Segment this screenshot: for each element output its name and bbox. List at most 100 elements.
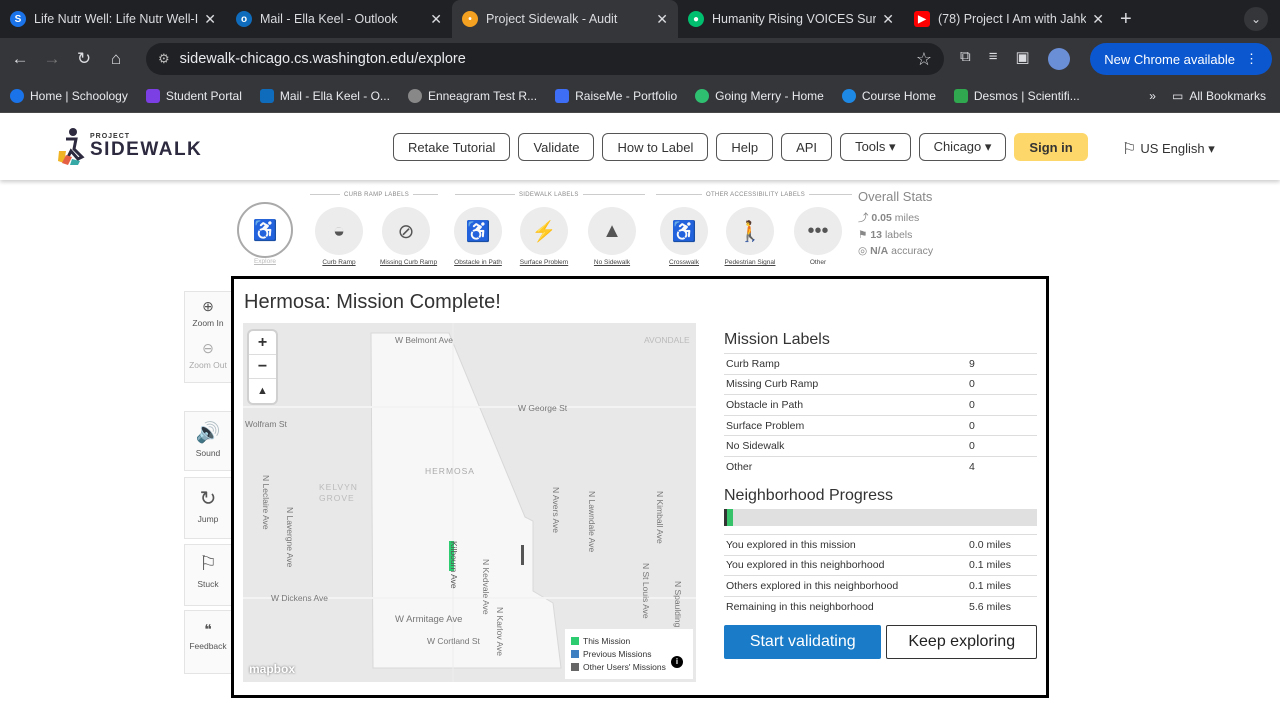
- mapbox-logo[interactable]: mapbox: [249, 662, 295, 676]
- new-tab-icon[interactable]: +: [1120, 8, 1132, 31]
- all-bookmarks[interactable]: ▭ All Bookmarks: [1172, 89, 1266, 103]
- tool-label: Crosswalk: [669, 259, 699, 266]
- tab-title: (78) Project I Am with Jahkil J: [938, 12, 1087, 26]
- no-sidewalk-icon: ▲: [588, 207, 636, 255]
- label-count: 0: [967, 394, 1037, 416]
- how-to-label-button[interactable]: How to Label: [602, 133, 709, 161]
- bookmark-item[interactable]: Student Portal: [145, 89, 242, 103]
- legend-item: Previous Missions: [571, 649, 687, 659]
- street-label: N Kimball Ave: [655, 491, 665, 544]
- bookmark-favicon-icon: [555, 89, 570, 103]
- compass-icon[interactable]: ▲: [249, 379, 276, 403]
- tool-label: No Sidewalk: [593, 259, 631, 266]
- explore-tool[interactable]: ♿ Explore: [236, 202, 294, 265]
- tab-voices-survey[interactable]: ● Humanity Rising VOICES Surv ✕: [678, 0, 904, 38]
- bookmark-item[interactable]: RaiseMe - Portfolio: [555, 89, 677, 103]
- obstacle-tool[interactable]: ♿ Obstacle in Path: [452, 207, 504, 266]
- home-icon[interactable]: ⌂: [100, 49, 132, 69]
- bookmark-item[interactable]: Enneagram Test R...: [407, 89, 537, 103]
- feedback-button[interactable]: ❝ Feedback: [184, 610, 232, 674]
- side-panel-icon[interactable]: ▣: [1015, 48, 1029, 70]
- map-zoom-out-icon[interactable]: −: [249, 355, 276, 379]
- site-info-icon[interactable]: ⚙: [158, 51, 170, 67]
- tools-dropdown[interactable]: Tools ▾: [840, 133, 911, 161]
- street-label: N Karlov Ave: [495, 607, 505, 656]
- new-chrome-button[interactable]: New Chrome available ⋮: [1090, 43, 1272, 75]
- crosswalk-tool[interactable]: ♿ Crosswalk: [658, 207, 710, 266]
- label-name: Missing Curb Ramp: [724, 373, 967, 395]
- street-label: N Avers Ave: [551, 487, 561, 533]
- tab-youtube[interactable]: ▶ (78) Project I Am with Jahkil J ✕: [904, 0, 1114, 38]
- api-button[interactable]: API: [781, 133, 833, 161]
- bookmark-item[interactable]: Course Home: [841, 89, 936, 103]
- close-icon[interactable]: ✕: [1092, 11, 1104, 28]
- close-icon[interactable]: ✕: [430, 11, 442, 28]
- tab-outlook[interactable]: o Mail - Ella Keel - Outlook ✕: [226, 0, 452, 38]
- back-icon[interactable]: ←: [4, 49, 36, 69]
- close-icon[interactable]: ✕: [204, 11, 216, 28]
- media-icon[interactable]: ≡: [989, 48, 998, 70]
- reload-icon[interactable]: ↻: [68, 49, 100, 69]
- progress-name: You explored in this neighborhood: [724, 554, 967, 576]
- sound-button[interactable]: 🔊 Sound: [184, 411, 232, 471]
- bookmark-item[interactable]: Desmos | Scientifi...: [953, 89, 1080, 103]
- modal-title: Hermosa: Mission Complete!: [244, 291, 501, 313]
- distance-icon: ⤴: [858, 212, 869, 224]
- forward-icon[interactable]: →: [36, 49, 68, 69]
- info-icon[interactable]: i: [671, 656, 683, 668]
- close-icon[interactable]: ✕: [656, 11, 668, 28]
- help-button[interactable]: Help: [716, 133, 774, 161]
- zoom-in-button[interactable]: ⊕ Zoom In: [185, 298, 231, 340]
- surface-problem-tool[interactable]: ⚡ Surface Problem: [518, 207, 570, 266]
- city-dropdown[interactable]: Chicago ▾: [918, 133, 1007, 161]
- mission-map[interactable]: + − ▲ W Belmont Ave W George St Wolfram …: [243, 323, 696, 682]
- toolbar-icons: ⧉ ≡ ▣: [960, 48, 1070, 70]
- label-count: 9: [967, 353, 1037, 375]
- speaker-icon: 🔊: [195, 422, 221, 444]
- stuck-button[interactable]: ⚐ Stuck: [184, 544, 232, 606]
- mission-labels-title: Mission Labels: [724, 331, 830, 348]
- legend-item: Other Users' Missions: [571, 662, 687, 672]
- tab-schoology[interactable]: S Life Nutr Well: Life Nutr Well-I ✕: [0, 0, 226, 38]
- wheelchair-icon: ♿: [237, 202, 293, 258]
- sign-in-button[interactable]: Sign in: [1014, 133, 1088, 161]
- map-legend: This Mission Previous Missions Other Use…: [565, 629, 693, 679]
- address-bar[interactable]: ⚙ sidewalk-chicago.cs.washington.edu/exp…: [146, 43, 944, 75]
- tab-project-sidewalk[interactable]: • Project Sidewalk - Audit ✕: [452, 0, 678, 38]
- jump-button[interactable]: ↻ Jump: [184, 477, 232, 539]
- tool-label: Other: [809, 259, 827, 266]
- stats-miles-value: 0.05: [871, 212, 892, 224]
- star-icon[interactable]: ☆: [916, 49, 932, 70]
- curb-ramp-tool[interactable]: ◒ Curb Ramp: [313, 207, 365, 266]
- chevron-right-icon[interactable]: »: [1149, 89, 1156, 103]
- validate-button[interactable]: Validate: [518, 133, 595, 161]
- profile-avatar-icon[interactable]: [1047, 48, 1070, 70]
- stats-accuracy-value: N/A: [870, 245, 889, 257]
- bookmark-item[interactable]: Home | Schoology: [10, 89, 128, 103]
- folder-icon: ▭: [1171, 89, 1184, 103]
- language-selector[interactable]: ⚐ US English ▾: [1122, 139, 1215, 159]
- tab-favicon-icon: o: [236, 11, 252, 27]
- keep-exploring-button[interactable]: Keep exploring: [886, 624, 1037, 659]
- map-zoom-in-icon[interactable]: +: [249, 331, 276, 355]
- close-icon[interactable]: ✕: [882, 11, 894, 28]
- stats-labels: ⚑ 13 labels: [858, 229, 933, 241]
- street-label: N Lavergne Ave: [285, 507, 295, 568]
- stats-miles-unit: miles: [894, 212, 920, 224]
- other-tool[interactable]: ••• Other: [792, 207, 844, 266]
- missing-curb-ramp-tool[interactable]: ⊘ Missing Curb Ramp: [380, 207, 437, 266]
- project-sidewalk-logo[interactable]: PROJECT SIDEWALK: [56, 127, 202, 165]
- bookmark-item[interactable]: Mail - Ella Keel - O...: [259, 89, 390, 103]
- extensions-icon[interactable]: ⧉: [960, 48, 971, 70]
- retake-tutorial-button[interactable]: Retake Tutorial: [393, 133, 511, 161]
- zoom-out-label: Zoom Out: [189, 360, 227, 370]
- legend-label: This Mission: [583, 636, 631, 646]
- start-validating-button[interactable]: Start validating: [724, 624, 882, 659]
- tool-label: Surface Problem: [519, 259, 569, 266]
- pedestrian-signal-tool[interactable]: 🚶 Pedestrian Signal: [724, 207, 776, 266]
- chevron-down-icon[interactable]: ⌄: [1244, 7, 1268, 31]
- neighborhood-progress-title: Neighborhood Progress: [724, 487, 893, 505]
- zoom-out-button[interactable]: ⊖ Zoom Out: [185, 340, 231, 370]
- bookmark-item[interactable]: Going Merry - Home: [695, 89, 824, 103]
- no-sidewalk-tool[interactable]: ▲ No Sidewalk: [586, 207, 638, 266]
